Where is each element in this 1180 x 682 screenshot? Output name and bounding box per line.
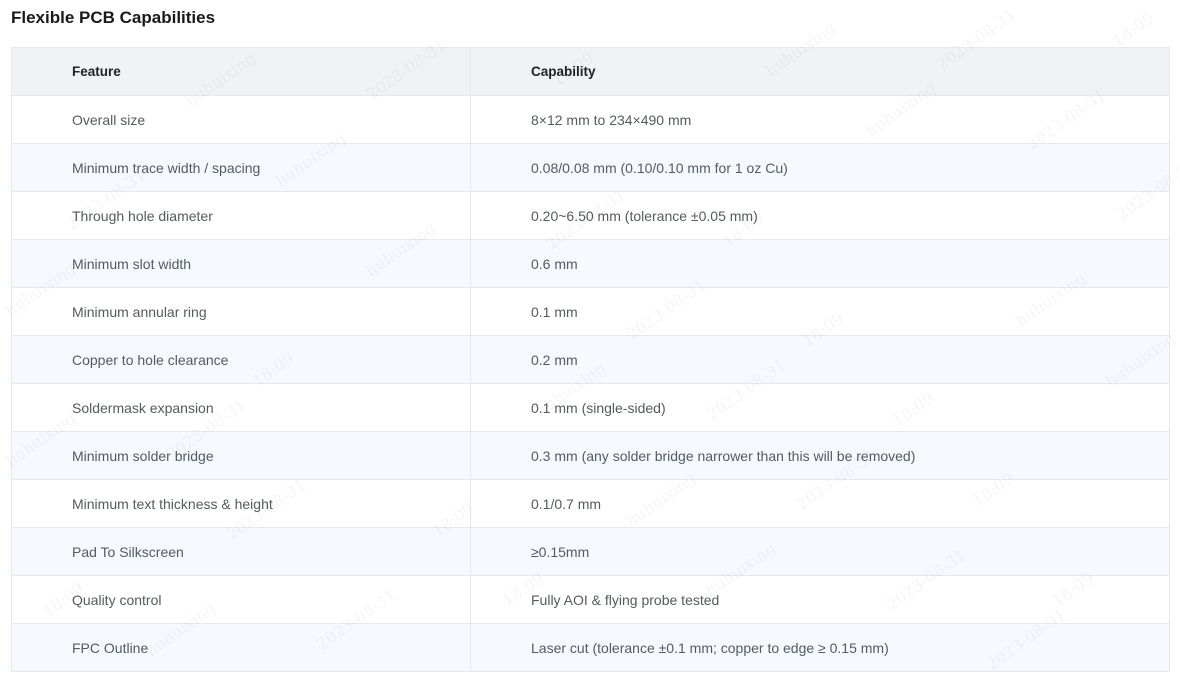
capability-cell: 0.3 mm (any solder bridge narrower than … — [470, 431, 1170, 480]
capability-cell: Fully AOI & flying probe tested — [470, 575, 1170, 624]
table-row: Pad To Silkscreen ≥0.15mm — [11, 527, 1170, 576]
capability-cell: 0.1 mm — [470, 287, 1170, 336]
table-row: Minimum annular ring 0.1 mm — [11, 287, 1170, 336]
feature-cell: Copper to hole clearance — [11, 335, 471, 384]
capabilities-table: Feature Capability Overall size 8×12 mm … — [11, 47, 1170, 672]
page-title: Flexible PCB Capabilities — [11, 8, 216, 27]
table-row: Through hole diameter 0.20~6.50 mm (tole… — [11, 191, 1170, 240]
capability-cell: 0.20~6.50 mm (tolerance ±0.05 mm) — [470, 191, 1170, 240]
feature-cell: Pad To Silkscreen — [11, 527, 471, 576]
header-feature: Feature — [11, 47, 471, 96]
capability-cell: 0.08/0.08 mm (0.10/0.10 mm for 1 oz Cu) — [470, 143, 1170, 192]
capability-cell: ≥0.15mm — [470, 527, 1170, 576]
feature-cell: Minimum text thickness & height — [11, 479, 471, 528]
table-row: Soldermask expansion 0.1 mm (single-side… — [11, 383, 1170, 432]
feature-cell: Quality control — [11, 575, 471, 624]
capability-cell: 0.1 mm (single-sided) — [470, 383, 1170, 432]
table-row: Quality control Fully AOI & flying probe… — [11, 575, 1170, 624]
table-row: Copper to hole clearance 0.2 mm — [11, 335, 1170, 384]
table-row: Overall size 8×12 mm to 234×490 mm — [11, 95, 1170, 144]
feature-cell: Minimum trace width / spacing — [11, 143, 471, 192]
table-row: Minimum slot width 0.6 mm — [11, 239, 1170, 288]
header-capability: Capability — [470, 47, 1170, 96]
capability-cell: 0.2 mm — [470, 335, 1170, 384]
watermark-text: 18:09 — [1109, 8, 1158, 50]
feature-cell: FPC Outline — [11, 623, 471, 672]
table-row: Minimum text thickness & height 0.1/0.7 … — [11, 479, 1170, 528]
feature-cell: Minimum slot width — [11, 239, 471, 288]
capability-cell: 0.1/0.7 mm — [470, 479, 1170, 528]
feature-cell: Soldermask expansion — [11, 383, 471, 432]
table-header-row: Feature Capability — [11, 47, 1170, 96]
table-row: Minimum solder bridge 0.3 mm (any solder… — [11, 431, 1170, 480]
feature-cell: Minimum annular ring — [11, 287, 471, 336]
feature-cell: Overall size — [11, 95, 471, 144]
table-row: FPC Outline Laser cut (tolerance ±0.1 mm… — [11, 623, 1170, 672]
capability-cell: Laser cut (tolerance ±0.1 mm; copper to … — [470, 623, 1170, 672]
table-row: Minimum trace width / spacing 0.08/0.08 … — [11, 143, 1170, 192]
capability-cell: 8×12 mm to 234×490 mm — [470, 95, 1170, 144]
capability-cell: 0.6 mm — [470, 239, 1170, 288]
feature-cell: Through hole diameter — [11, 191, 471, 240]
feature-cell: Minimum solder bridge — [11, 431, 471, 480]
